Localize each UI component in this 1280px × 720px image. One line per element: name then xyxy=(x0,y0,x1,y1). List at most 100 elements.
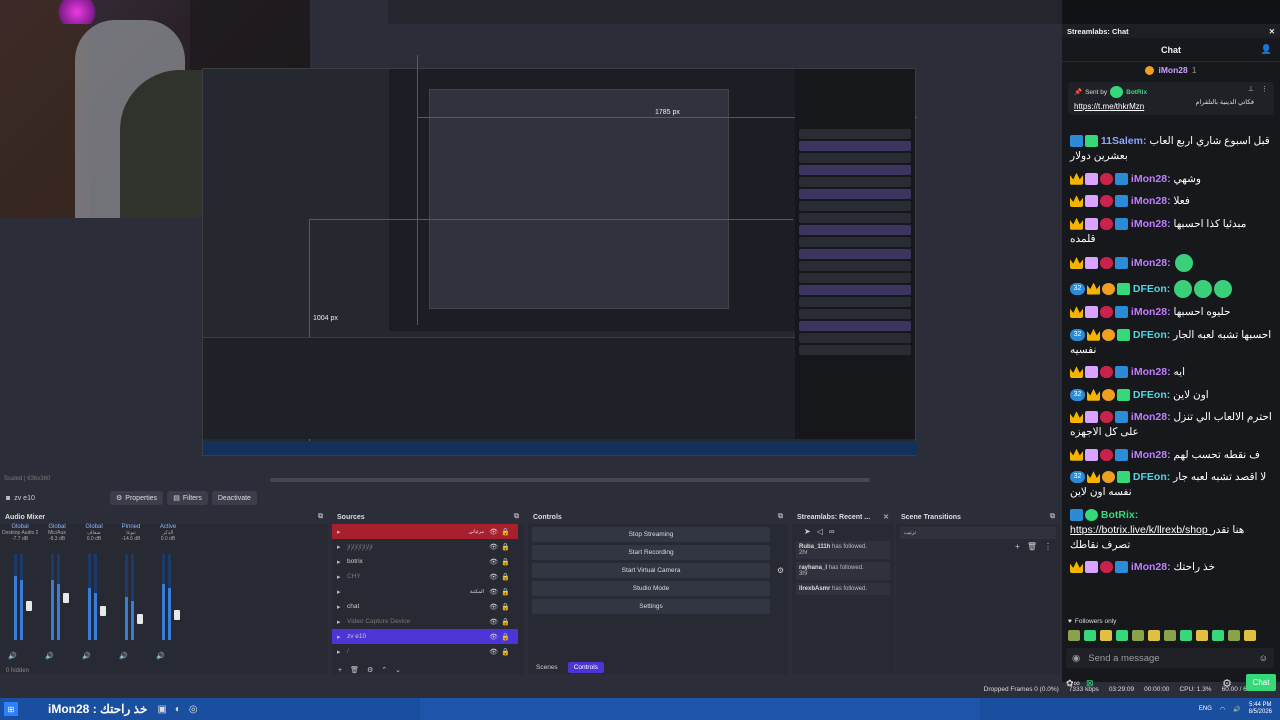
chat-username[interactable]: iMon28: xyxy=(1128,195,1174,207)
emote[interactable] xyxy=(1148,630,1160,641)
lock-icon[interactable]: 🔒 xyxy=(501,588,510,596)
studio-mode-button[interactable]: Studio Mode xyxy=(532,581,770,596)
chat-username[interactable]: DFEon: xyxy=(1130,282,1173,294)
preview-scrollbar[interactable] xyxy=(270,478,870,482)
lock-icon[interactable]: 🔒 xyxy=(501,573,510,581)
lock-icon[interactable]: 🔒 xyxy=(501,528,510,536)
emote[interactable] xyxy=(1116,630,1128,641)
eye-icon[interactable]: 👁 xyxy=(489,528,498,536)
speaker-icon[interactable]: 🔊 xyxy=(156,652,165,660)
lock-icon[interactable]: 🔒 xyxy=(501,558,510,566)
app-icon[interactable]: ◐ xyxy=(175,704,181,715)
lock-icon[interactable]: 🔒 xyxy=(501,648,510,656)
eye-icon[interactable]: 👁 xyxy=(489,618,498,626)
volume-fader[interactable] xyxy=(100,605,106,616)
source-item[interactable]: ▸ CHY 👁 🔒 xyxy=(332,569,518,584)
event-item[interactable]: Ruba_111h has followed. 2hr xyxy=(796,541,890,559)
undock-icon[interactable]: ⧉ xyxy=(514,513,519,521)
add-icon[interactable]: + xyxy=(1015,542,1020,551)
wifi-icon[interactable]: ◠ xyxy=(1220,706,1225,713)
eye-icon[interactable]: 👁 xyxy=(489,558,498,566)
deactivate-button[interactable]: Deactivate xyxy=(211,491,257,505)
speaker-icon[interactable]: 🔊 xyxy=(119,652,128,660)
emote[interactable] xyxy=(1068,630,1080,641)
eye-icon[interactable]: 👁 xyxy=(489,648,498,656)
arrow-down-icon[interactable]: ⌄ xyxy=(395,666,401,674)
lock-icon[interactable]: 🔒 xyxy=(501,603,510,611)
chat-username[interactable]: DFEon: xyxy=(1130,389,1173,401)
emote[interactable] xyxy=(1228,630,1240,641)
volume-icon[interactable]: 🔊 xyxy=(1233,706,1240,713)
send-icon[interactable]: ➤ xyxy=(804,527,811,536)
start-recording-button[interactable]: Start Recording xyxy=(532,545,770,560)
chat-send-button[interactable]: Chat xyxy=(1246,674,1276,691)
chat-link[interactable]: https://botrix.live/k/llrexb/shop xyxy=(1070,524,1211,536)
lock-icon[interactable]: 🔒 xyxy=(501,618,510,626)
source-item[interactable]: ▸ ﻹﻹﻹﻹﻹﻹﻹ 👁 🔒 xyxy=(332,539,518,554)
tab-scenes[interactable]: Scenes xyxy=(530,662,564,673)
eye-icon[interactable]: 👁 xyxy=(489,573,498,581)
emote[interactable] xyxy=(1164,630,1176,641)
chat-username[interactable]: iMon28: xyxy=(1128,411,1174,423)
gear-icon[interactable]: ⚙ xyxy=(777,566,784,575)
stream-preview[interactable]: 1785 px 1004 px Scaled | 636x360 xyxy=(0,0,1062,482)
windows-icon[interactable]: ⊞ xyxy=(4,702,18,716)
speaker-icon[interactable]: 🔊 xyxy=(45,652,54,660)
source-item[interactable]: ▸ chat 👁 🔒 xyxy=(332,599,518,614)
more-icon[interactable]: ⋮ xyxy=(1044,542,1052,551)
eye-icon[interactable]: 👁 xyxy=(489,603,498,611)
chat-username[interactable]: DFEon: xyxy=(1130,329,1173,341)
lock-icon[interactable]: 🔒 xyxy=(501,633,510,641)
add-icon[interactable]: + xyxy=(338,667,342,674)
eye-icon[interactable]: 👁 xyxy=(489,633,498,641)
volume-fader[interactable] xyxy=(26,601,32,612)
trash-icon[interactable]: 🗑 xyxy=(1027,542,1037,551)
lock-icon[interactable]: 🔒 xyxy=(501,543,510,551)
emote[interactable] xyxy=(1244,630,1256,641)
chat-username[interactable]: iMon28: xyxy=(1128,173,1174,185)
chat-username[interactable]: 11Salem: xyxy=(1098,135,1149,147)
chat-username[interactable]: iMon28: xyxy=(1128,449,1174,461)
properties-button[interactable]: ⚙ Properties xyxy=(110,491,164,505)
undock-icon[interactable]: ⧉ xyxy=(778,513,783,521)
more-icon[interactable]: ⋮ xyxy=(1261,85,1268,93)
gear-icon[interactable]: ⚙ xyxy=(367,666,373,674)
speaker-icon[interactable]: 🔊 xyxy=(82,652,91,660)
chat-username[interactable]: iMon28: xyxy=(1128,257,1174,269)
event-item[interactable]: rayhana_l has followed. 3hr xyxy=(796,562,890,580)
emote[interactable] xyxy=(1100,630,1112,641)
emote[interactable] xyxy=(1132,630,1144,641)
volume-fader[interactable] xyxy=(137,614,143,625)
users-icon[interactable]: 👤 xyxy=(1261,44,1272,55)
link-icon[interactable]: ∞ xyxy=(829,527,835,536)
emote[interactable] xyxy=(1212,630,1224,641)
tab-controls[interactable]: Controls xyxy=(567,662,604,673)
source-item[interactable]: ▸ مرئياتي 👁 🔒 xyxy=(332,524,518,539)
chat-username[interactable]: BotRix: xyxy=(1098,509,1138,521)
points-icon[interactable]: ✿∞ xyxy=(1066,678,1080,689)
chat-username[interactable]: DFEon: xyxy=(1130,471,1173,483)
stop-streaming-button[interactable]: Stop Streaming xyxy=(532,527,770,542)
unpin-icon[interactable]: ⊥ xyxy=(1248,85,1254,93)
source-item[interactable]: ▸ zv e10 👁 🔒 xyxy=(332,629,518,644)
settings-button[interactable]: Settings xyxy=(532,599,770,614)
chat-username[interactable]: iMon28: xyxy=(1128,218,1174,230)
obs-icon[interactable]: ◎ xyxy=(189,704,198,715)
chat-username[interactable]: iMon28: xyxy=(1128,366,1174,378)
close-icon[interactable]: ✕ xyxy=(883,513,889,521)
emote[interactable] xyxy=(1196,630,1208,641)
volume-fader[interactable] xyxy=(63,592,69,603)
speaker-icon[interactable]: ◁ xyxy=(817,527,823,536)
kick-icon[interactable]: ⊠ xyxy=(1086,678,1094,689)
emoji-icon[interactable]: ☺ xyxy=(1259,653,1268,663)
source-item[interactable]: ▸ botrix 👁 🔒 xyxy=(332,554,518,569)
clock[interactable]: 5:44 PM 8/5/2026 xyxy=(1249,702,1272,716)
trash-icon[interactable]: 🗑 xyxy=(350,666,359,674)
undock-icon[interactable]: ⧉ xyxy=(1050,513,1055,521)
start-virtual-camera-button[interactable]: Start Virtual Camera ⚙ xyxy=(532,563,784,578)
emote[interactable] xyxy=(1084,630,1096,641)
arrow-up-icon[interactable]: ⌃ xyxy=(381,666,387,674)
eye-icon[interactable]: 👁 xyxy=(489,543,498,551)
app-icon[interactable]: ▣ xyxy=(157,704,166,715)
close-icon[interactable]: ✕ xyxy=(1269,27,1275,36)
